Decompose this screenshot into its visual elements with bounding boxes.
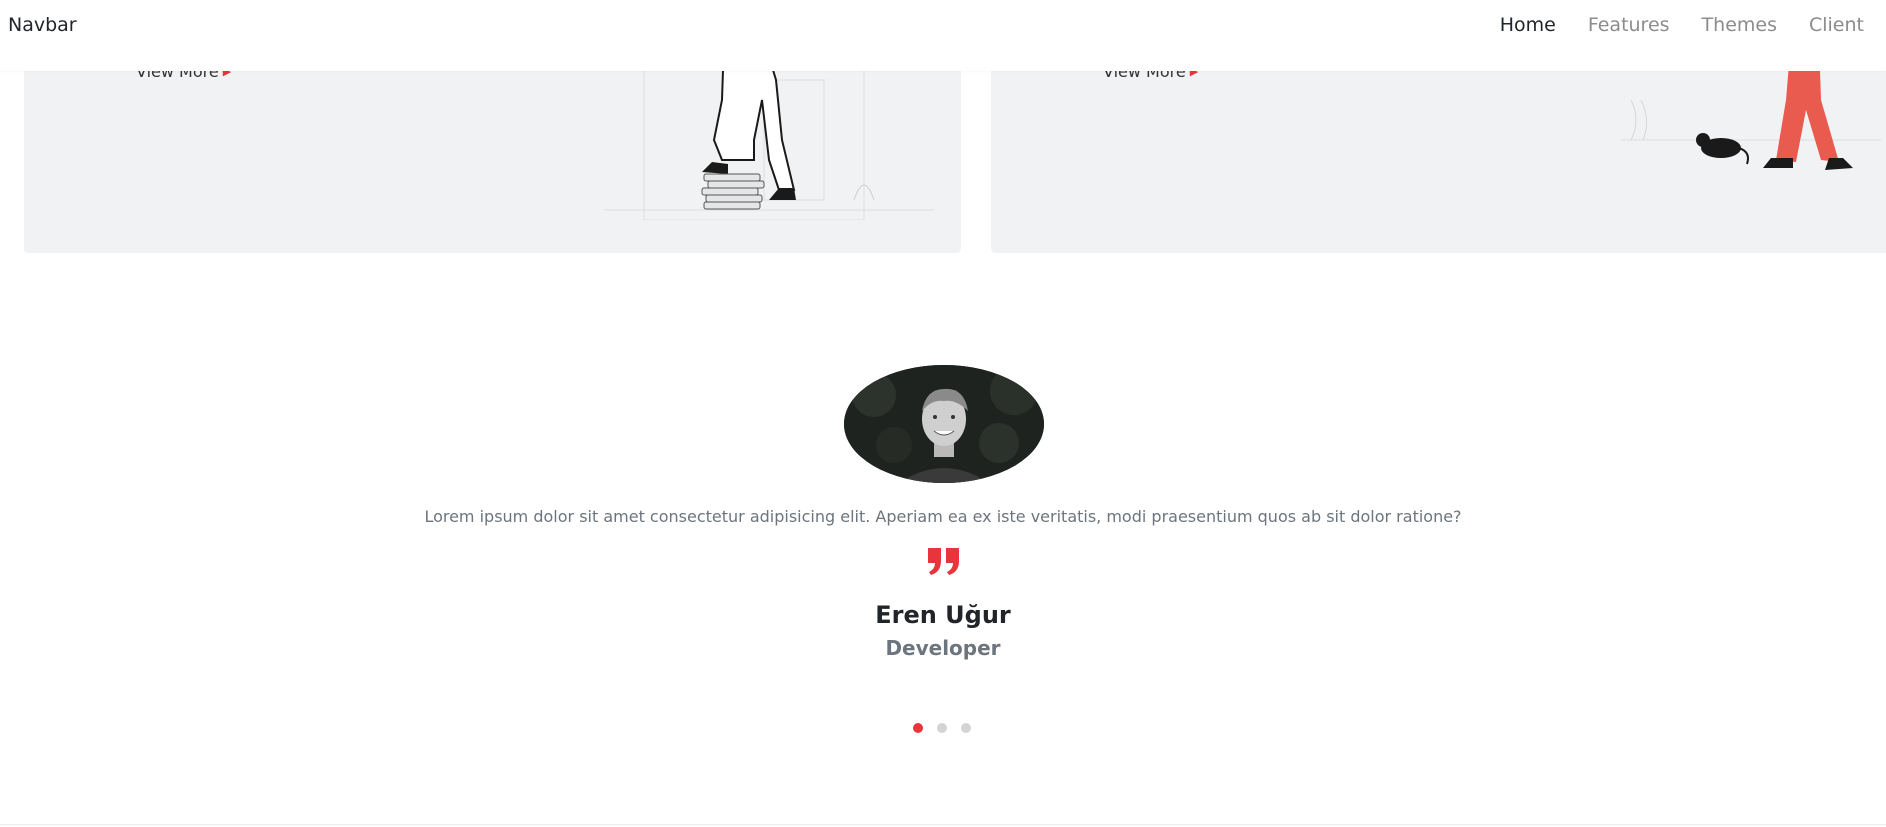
- testimonial-role: Developer: [885, 636, 1001, 660]
- testimonial-name: Eren Uğur: [875, 601, 1011, 629]
- nav-link-features[interactable]: Features: [1588, 14, 1670, 36]
- nav-item-features: Features: [1588, 14, 1670, 36]
- nav-link-themes[interactable]: Themes: [1702, 14, 1777, 36]
- nav-links: Home Features Themes Client: [1500, 14, 1864, 36]
- testimonial-avatar: [844, 365, 1044, 483]
- nav-link-client[interactable]: Client: [1809, 14, 1864, 36]
- section-divider: [0, 824, 1886, 825]
- navbar-brand[interactable]: Navbar: [8, 14, 77, 36]
- quote-mark-icon: [928, 548, 959, 575]
- avatar-photo: [844, 365, 1044, 483]
- nav-item-home: Home: [1500, 14, 1556, 36]
- nav-link-home[interactable]: Home: [1500, 14, 1556, 36]
- carousel-dot-2[interactable]: [937, 723, 947, 733]
- top-navbar: Navbar Home Features Themes Client: [0, 0, 1886, 71]
- carousel-dot-1[interactable]: [913, 723, 923, 733]
- nav-item-client: Client: [1809, 14, 1864, 36]
- carousel-dot-3[interactable]: [961, 723, 971, 733]
- testimonial-quote: Lorem ipsum dolor sit amet consectetur a…: [424, 507, 1462, 526]
- nav-item-themes: Themes: [1702, 14, 1777, 36]
- carousel-indicators: [913, 723, 971, 733]
